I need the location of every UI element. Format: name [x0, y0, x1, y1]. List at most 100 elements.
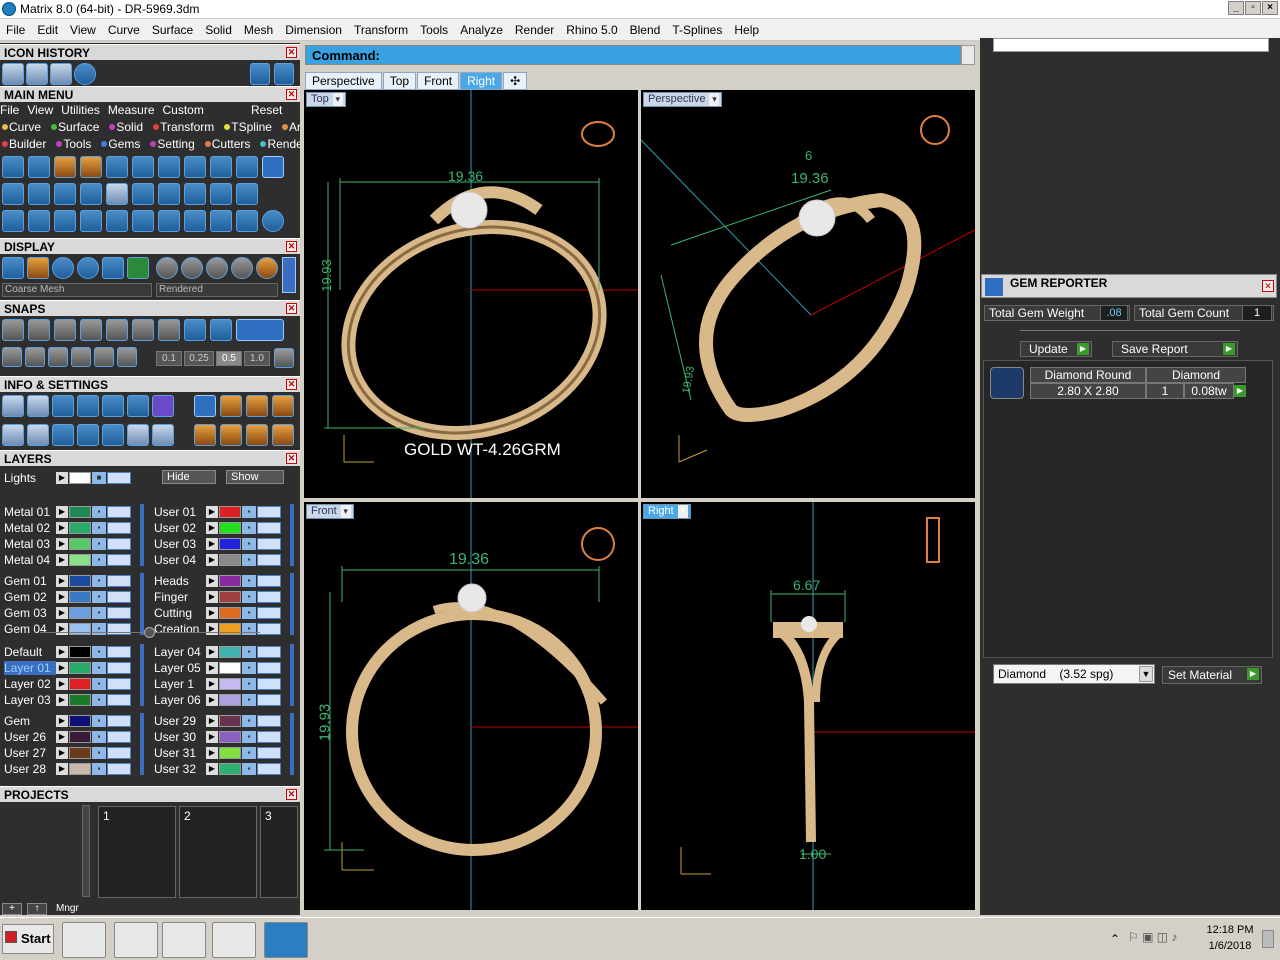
layer-visibility-toggle[interactable] [257, 505, 281, 518]
layer-visibility-toggle[interactable] [257, 521, 281, 534]
layer-visibility-toggle[interactable] [257, 622, 281, 635]
viewport-label-right[interactable]: Right [643, 504, 691, 519]
layer-expand-icon[interactable]: ▶ [206, 645, 218, 658]
render-mode-dropdown[interactable]: Rendered [156, 283, 278, 297]
lock-icon[interactable]: ▪ [92, 746, 106, 759]
layer-visibility-toggle[interactable] [257, 553, 281, 566]
circle-icon[interactable] [262, 210, 284, 232]
grid-icon[interactable] [274, 348, 294, 368]
display-icon[interactable] [52, 257, 74, 279]
layer-expand-icon[interactable]: ▶ [56, 645, 68, 658]
tool-icon[interactable] [184, 183, 206, 205]
layer-row[interactable]: User 30 ▶ ▪ [154, 729, 281, 744]
layer-row[interactable]: Gem 03 ▶ ▪ [4, 605, 131, 620]
layer-visibility-toggle[interactable] [107, 505, 131, 518]
lock-icon[interactable]: ▪ [92, 714, 106, 727]
clock-time[interactable]: 12:18 PM [1202, 924, 1258, 936]
cat-surface[interactable]: Surface [49, 120, 99, 134]
snap-icon[interactable] [48, 347, 68, 367]
set-material-button[interactable]: Set Material ▶ [1162, 666, 1262, 684]
display-icon[interactable] [77, 257, 99, 279]
layer-color-swatch[interactable] [219, 762, 241, 775]
layer-color-swatch[interactable] [69, 677, 91, 690]
tool-icon[interactable] [2, 156, 24, 178]
layer-row[interactable]: Default ▶ ▪ [4, 644, 131, 659]
project-slot-2[interactable]: 2 [179, 806, 257, 898]
lock-icon[interactable]: ▪ [242, 714, 256, 727]
layer-expand-icon[interactable]: ▶ [56, 730, 68, 743]
menu-rhino[interactable]: Rhino 5.0 [560, 23, 623, 37]
snap-icon[interactable] [71, 347, 91, 367]
info-icon[interactable] [152, 424, 174, 446]
close-icon[interactable]: ✕ [286, 241, 297, 252]
info-icon[interactable] [77, 395, 99, 417]
layer-expand-icon[interactable]: ▶ [56, 606, 68, 619]
search-icon[interactable] [27, 395, 49, 417]
close-icon[interactable]: ✕ [286, 47, 297, 58]
layer-row[interactable]: User 03 ▶ ▪ [154, 536, 281, 551]
layer-expand-icon[interactable]: ▶ [56, 693, 68, 706]
snap-icon[interactable] [132, 319, 154, 341]
lock-icon[interactable]: ▪ [242, 661, 256, 674]
info-icon[interactable] [52, 395, 74, 417]
info-icon[interactable] [152, 395, 174, 417]
layer-visibility-toggle[interactable] [257, 677, 281, 690]
layer-expand-icon[interactable]: ▶ [206, 714, 218, 727]
lock-icon[interactable]: ▪ [92, 762, 106, 775]
layer-expand-icon[interactable]: ▶ [56, 714, 68, 727]
close-icon[interactable]: ✕ [286, 303, 297, 314]
shade-icon[interactable] [256, 257, 278, 279]
layer-visibility-toggle[interactable] [257, 762, 281, 775]
layer-row[interactable]: Layer 06 ▶ ▪ [154, 692, 281, 707]
clock-date[interactable]: 1/6/2018 [1202, 940, 1258, 952]
menu-curve[interactable]: Curve [102, 23, 146, 37]
tool-icon[interactable] [236, 156, 258, 178]
tool-icon[interactable] [28, 210, 50, 232]
layer-row[interactable]: Layer 04 ▶ ▪ [154, 644, 281, 659]
internet-explorer-icon[interactable] [114, 922, 158, 958]
layer-row[interactable]: Layer 02 ▶ ▪ [4, 676, 131, 691]
matrix-app-icon[interactable] [264, 922, 308, 958]
layer-expand-icon[interactable]: ▶ [206, 606, 218, 619]
layer-color-swatch[interactable] [219, 606, 241, 619]
tool-icon[interactable] [132, 183, 154, 205]
menu-tsplines[interactable]: T-Splines [666, 23, 728, 37]
layer-color-swatch[interactable] [219, 714, 241, 727]
layer-row[interactable]: Metal 03 ▶ ▪ [4, 536, 131, 551]
layer-visibility-toggle[interactable] [107, 762, 131, 775]
layer-color-swatch[interactable] [219, 521, 241, 534]
lock-icon[interactable]: ▪ [92, 553, 106, 566]
menu-analyze[interactable]: Analyze [454, 23, 509, 37]
tool-icon[interactable] [106, 183, 128, 205]
lock-icon[interactable]: ▪ [242, 746, 256, 759]
tool-icon[interactable] [2, 210, 24, 232]
save-report-button[interactable]: Save Report ▶ [1112, 341, 1238, 357]
menu-mesh[interactable]: Mesh [238, 23, 279, 37]
tool-icon[interactable] [184, 156, 206, 178]
layer-expand-icon[interactable]: ▶ [206, 762, 218, 775]
shade-icon[interactable] [156, 257, 178, 279]
layer-row[interactable]: User 02 ▶ ▪ [154, 520, 281, 535]
media-player-icon[interactable] [162, 922, 206, 958]
lock-icon[interactable]: ▪ [242, 590, 256, 603]
layer-visibility-toggle[interactable] [107, 537, 131, 550]
display-icon[interactable] [2, 257, 24, 279]
lock-icon[interactable]: ▪ [92, 677, 106, 690]
layer-visibility-toggle[interactable] [257, 645, 281, 658]
gem-thumbnail[interactable] [990, 367, 1024, 399]
lock-icon[interactable]: ▪ [242, 677, 256, 690]
splitter-handle[interactable] [144, 627, 155, 638]
cat-art[interactable]: Art [280, 120, 300, 134]
chevron-down-icon[interactable]: ▼ [1139, 666, 1153, 682]
history-back-icon[interactable] [250, 63, 270, 85]
lock-icon[interactable]: ▪ [242, 574, 256, 587]
layer-row[interactable]: User 28 ▶ ▪ [4, 761, 131, 776]
viewport-label-top[interactable]: Top [306, 92, 346, 107]
tab-front[interactable]: Front [417, 72, 460, 90]
shade-icon[interactable] [181, 257, 203, 279]
layer-color-swatch[interactable] [69, 505, 91, 518]
layer-row-lights[interactable]: Lights ▶ ■ [4, 470, 131, 485]
layer-color-swatch[interactable] [219, 645, 241, 658]
menu-render[interactable]: Render [509, 23, 560, 37]
tab-right[interactable]: Right [460, 72, 503, 90]
